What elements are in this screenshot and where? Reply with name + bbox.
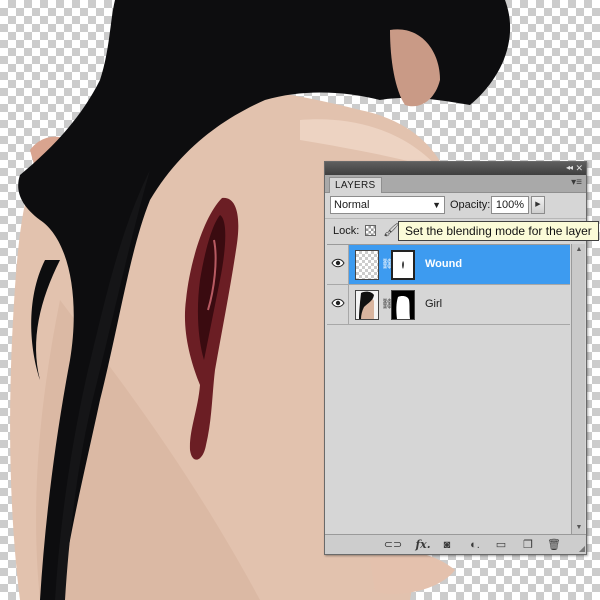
visibility-toggle[interactable] [327,285,349,324]
layer-thumbnail[interactable] [355,290,379,320]
girl-thumbnail-image [356,291,378,319]
new-layer-icon[interactable]: ❐ [521,538,535,552]
lock-transparent-pixels-icon[interactable] [365,225,376,236]
blend-row: Normal ▼ Opacity: 100% ▶ [330,196,582,214]
opacity-label: Opacity: [450,199,491,211]
layer-mask-thumbnail[interactable] [391,290,415,320]
eye-icon [331,298,345,308]
opacity-slider-button[interactable]: ▶ [531,196,545,214]
layer-row-girl[interactable]: ⛓ Girl [327,285,570,325]
mask-shape [396,296,410,319]
layer-mask-thumbnail[interactable] [391,250,415,280]
close-panel-icon[interactable]: ✕ [575,163,583,173]
scroll-up-icon[interactable]: ▲ [573,244,585,256]
add-mask-icon[interactable]: ◙ [440,538,454,552]
hand-bottom [370,551,455,594]
blend-mode-tooltip: Set the blending mode for the layer [398,221,599,241]
layers-list: ⛓ Wound ⛓ Girl [327,244,570,534]
panel-title-bar[interactable]: ◂◂ ✕ [325,162,586,175]
collapse-panel-icon[interactable]: ◂◂ [566,163,573,173]
layer-name[interactable]: Wound [425,258,462,270]
layer-style-fx-icon[interactable]: fx. [413,538,433,552]
panel-tab-row: LAYERS ▾≡ [325,175,586,193]
blend-mode-select[interactable]: Normal ▼ [330,196,445,214]
tab-layers[interactable]: LAYERS [329,177,382,193]
panel-bottom-toolbar: ⊂⊃ fx. ◙ ◐. ▭ ❐ 🗑 ◢ [325,534,586,554]
trash-icon[interactable]: 🗑 [547,538,561,552]
chevron-down-icon: ▼ [432,200,441,210]
visibility-toggle[interactable] [327,245,349,284]
blend-mode-value: Normal [334,199,370,211]
chain-link-icon[interactable]: ⛓ [381,297,394,312]
scroll-down-icon[interactable]: ▼ [573,522,585,534]
new-group-icon[interactable]: ▭ [493,538,509,552]
adjustment-layer-icon[interactable]: ◐. [467,538,483,552]
opacity-field[interactable]: 100% [491,196,529,214]
layer-thumbnail[interactable] [355,250,379,280]
link-layers-icon[interactable]: ⊂⊃ [383,538,403,552]
mask-shape [402,261,404,269]
layer-row-wound[interactable]: ⛓ Wound [327,245,570,285]
lock-label: Lock: [333,225,360,237]
eye-icon [331,258,345,268]
resize-grip-icon[interactable]: ◢ [579,544,585,553]
panel-menu-icon[interactable]: ▾≡ [571,178,582,188]
chain-link-icon[interactable]: ⛓ [381,257,394,272]
layer-name[interactable]: Girl [425,298,442,310]
layers-scrollbar[interactable]: ▲ ▼ [571,244,585,534]
